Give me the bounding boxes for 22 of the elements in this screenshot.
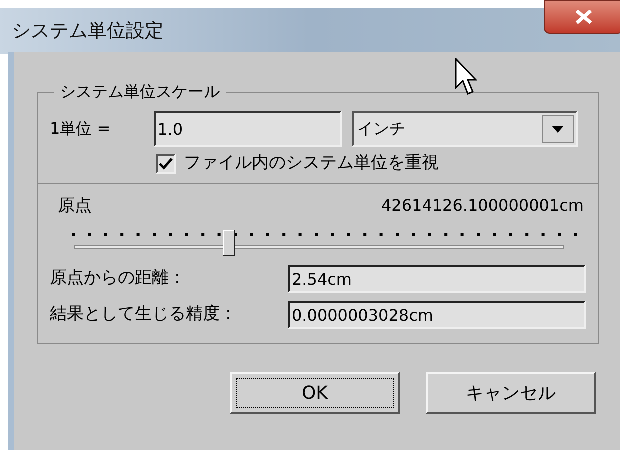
dropdown-arrow-button[interactable] [542,115,574,143]
field-label: 結果として生じる精度： [50,303,237,326]
unit-dropdown[interactable]: インチ [352,111,578,147]
checkbox[interactable] [156,154,176,174]
mouse-cursor-icon [455,58,477,98]
caret-icon [552,126,564,132]
value-field[interactable]: 2.54cm [288,265,586,293]
unit-field[interactable]: 1.0 [154,111,342,147]
window-title: システム単位設定 [12,18,164,44]
unit-label: 1単位 = [50,118,112,140]
checkbox-label: ファイル内のシステム単位を重視 [184,152,439,175]
value-field[interactable]: 0.0000003028cm [288,301,586,329]
ok-button[interactable]: OK [230,372,400,414]
origin-reading: 42614126.100000001cm [381,194,584,216]
check-icon [159,158,173,170]
cancel-button[interactable]: キャンセル [426,372,596,414]
close-icon [575,10,593,24]
close-button[interactable] [544,0,620,34]
slider-thumb[interactable] [223,230,236,256]
dropdown-value: インチ [358,118,406,140]
field-label: 原点からの距離： [50,267,186,290]
origin-label: 原点 [58,194,92,218]
